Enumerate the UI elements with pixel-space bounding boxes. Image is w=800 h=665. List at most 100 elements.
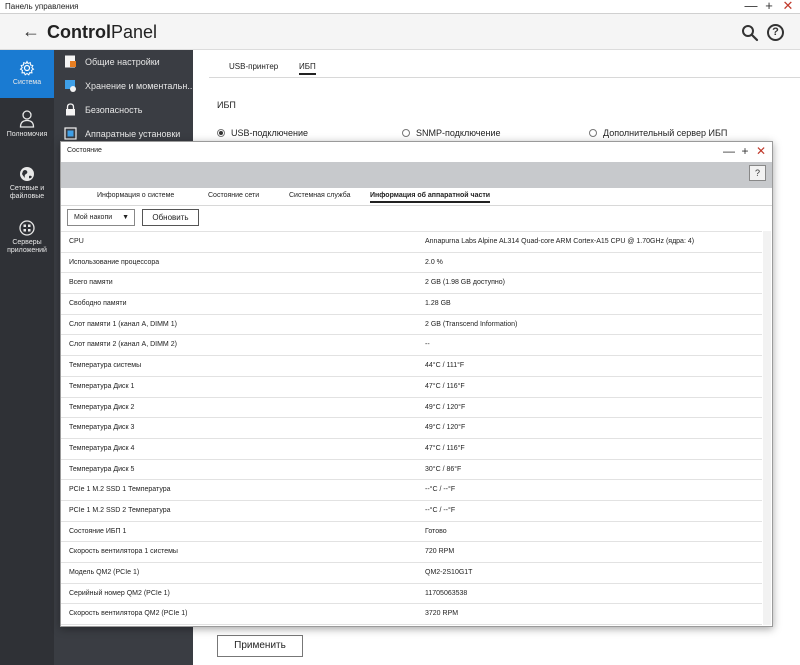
left-rail: Система Полномочия Сетевые и файловые Се… xyxy=(0,50,54,665)
submenu-label-hardware: Аппаратные установки xyxy=(85,129,181,139)
os-titlebar: Панель управления — + ✕ xyxy=(0,0,800,14)
nas-select[interactable]: Мой накопи ▼ xyxy=(67,209,135,226)
row-name: Слот памяти 1 (канал A, DIMM 1) xyxy=(69,320,177,328)
rail-item-network-file[interactable]: Сетевые и файловые xyxy=(0,166,54,210)
submenu-label-storage: Хранение и моментальн... xyxy=(85,81,193,91)
table-row: Температура Диск 5 30°C / 86°F xyxy=(61,460,762,481)
row-name: PCIe 1 M.2 SSD 1 Температура xyxy=(69,486,171,494)
tab-network-status[interactable]: Состояние сети xyxy=(208,192,259,199)
table-row: Скорость вентилятора 1 системы 720 RPM xyxy=(61,542,762,563)
row-name: Температура Диск 1 xyxy=(69,382,135,390)
back-arrow-icon[interactable]: ← xyxy=(22,22,40,40)
close-button[interactable]: ✕ xyxy=(781,0,795,13)
user-icon xyxy=(19,110,35,128)
dialog-minimize-button[interactable]: — xyxy=(723,144,735,158)
tab-system-info[interactable]: Информация о системе xyxy=(97,192,174,199)
maximize-button[interactable]: + xyxy=(762,0,776,13)
row-value: 11705063538 xyxy=(425,589,468,597)
minimize-button[interactable]: — xyxy=(744,0,758,13)
radio-snmp-label: SNMP-подключение xyxy=(416,128,501,138)
apply-button[interactable]: Применить xyxy=(217,635,303,657)
row-value: Annapurna Labs Alpine AL314 Quad-core AR… xyxy=(425,238,695,245)
globe-icon xyxy=(20,167,34,181)
row-value: 47°C / 116°F xyxy=(425,444,465,452)
table-scrollbar[interactable] xyxy=(763,231,771,625)
chevron-down-icon: ▼ xyxy=(122,214,129,221)
hardware-table: CPU Annapurna Labs Alpine AL314 Quad-core… xyxy=(61,231,762,625)
radio-network-ups[interactable]: Дополнительный сервер ИБП xyxy=(589,128,727,138)
radio-snmp-dot[interactable] xyxy=(402,129,410,137)
tab-ups[interactable]: ИБП xyxy=(299,62,316,75)
table-row: Слот памяти 2 (канал A, DIMM 2) -- xyxy=(61,335,762,357)
row-value: 30°C / 86°F xyxy=(425,465,462,473)
submenu-item-general[interactable]: Общие настройки xyxy=(54,50,193,74)
table-row: Свободно памяти 1.28 GB xyxy=(61,294,762,315)
dialog-tabs: Информация о системе Состояние сети Сист… xyxy=(61,188,772,205)
tab-system-service[interactable]: Системная служба xyxy=(289,192,350,199)
tab-usb-printer[interactable]: USB-принтер xyxy=(229,62,278,71)
row-name: Всего памяти xyxy=(69,279,113,287)
dialog-title: Состояние xyxy=(67,147,102,154)
apps-icon xyxy=(19,220,35,236)
app-brand: ControlPanel xyxy=(47,22,157,42)
row-value: --°C / --°F xyxy=(425,486,456,494)
row-name: Температура системы xyxy=(69,362,142,370)
nas-select-value: Мой накопи xyxy=(74,214,113,221)
row-value: --°C / --°F xyxy=(425,506,456,514)
rail-item-app-servers[interactable]: Серверы приложений xyxy=(0,220,54,264)
submenu-item-storage[interactable]: Хранение и моментальн... xyxy=(54,74,193,98)
search-icon[interactable] xyxy=(741,24,759,42)
row-name: Температура Диск 4 xyxy=(69,444,135,452)
tabs-divider xyxy=(209,77,800,78)
radio-usb[interactable]: USB-подключение xyxy=(217,128,308,138)
table-row: PCIe 1 M.2 SSD 1 Температура --°C / --°F xyxy=(61,480,762,501)
radio-network-ups-dot[interactable] xyxy=(589,129,597,137)
help-icon[interactable]: ? xyxy=(767,24,784,41)
row-name: Слот памяти 2 (канал A, DIMM 2) xyxy=(69,341,177,349)
row-name: Свободно памяти xyxy=(69,300,127,308)
table-row: CPU Annapurna Labs Alpine AL314 Quad-core… xyxy=(61,232,762,253)
row-name: PCIe 1 M.2 SSD 2 Температура xyxy=(69,506,171,514)
rail-item-system[interactable]: Система xyxy=(0,50,54,98)
row-value: 49°C / 120°F xyxy=(425,403,466,411)
row-value: 3720 RPM xyxy=(425,610,459,618)
window-title: Панель управления xyxy=(5,2,79,11)
settings-doc-icon xyxy=(65,55,76,68)
status-dialog: Состояние — + ✕ ? Информация о системе С… xyxy=(60,141,773,627)
table-row: Температура Диск 4 47°C / 116°F xyxy=(61,439,762,460)
dialog-toolbar: Мой накопи ▼ Обновить xyxy=(61,207,772,229)
table-row: Температура Диск 2 49°C / 120°F xyxy=(61,398,762,419)
radio-usb-label: USB-подключение xyxy=(231,128,308,138)
row-name: Серийный номер QM2 (PCIe 1) xyxy=(69,589,170,597)
row-name: Состояние ИБП 1 xyxy=(69,527,127,535)
dialog-tabs-divider xyxy=(61,205,772,206)
table-row: Всего памяти 2 GB (1.98 GB доступно) xyxy=(61,273,762,295)
row-name: Температура Диск 3 xyxy=(69,424,135,432)
row-value: 44°C / 111°F xyxy=(425,362,465,370)
dialog-help-button[interactable]: ? xyxy=(749,165,766,181)
refresh-button[interactable]: Обновить xyxy=(142,209,199,226)
dialog-close-button[interactable]: ✕ xyxy=(755,144,767,158)
rail-label-system: Система xyxy=(12,79,42,86)
tab-hardware-info[interactable]: Информация об аппаратной части xyxy=(370,192,491,203)
app-header: ← ControlPanel ? xyxy=(0,14,800,50)
row-value: 2 GB (1.98 GB доступно) xyxy=(425,279,505,287)
table-row: PCIe 1 M.2 SSD 2 Температура --°C / --°F xyxy=(61,501,762,522)
table-row: Температура Диск 3 49°C / 120°F xyxy=(61,418,762,439)
row-name: Температура Диск 2 xyxy=(69,403,135,411)
row-value: -- xyxy=(425,341,430,349)
radio-snmp[interactable]: SNMP-подключение xyxy=(402,128,500,138)
table-row: Слот памяти 1 (канал A, DIMM 1) 2 GB (Tra… xyxy=(61,315,762,336)
table-row: Температура системы 44°C / 111°F xyxy=(61,356,762,377)
radio-usb-dot[interactable] xyxy=(217,129,225,137)
table-row: Использование процессора 2.0 % xyxy=(61,253,762,274)
submenu-label-security: Безопасность xyxy=(85,105,143,115)
row-name: Температура Диск 5 xyxy=(69,465,135,473)
submenu-item-security[interactable]: Безопасность xyxy=(54,98,193,122)
table-row: Серийный номер QM2 (PCIe 1) 11705063538 xyxy=(61,584,762,605)
dialog-maximize-button[interactable]: + xyxy=(739,144,751,158)
rail-item-privileges[interactable]: Полномочия xyxy=(0,110,54,154)
section-title: ИБП xyxy=(217,100,236,110)
row-value: 2 GB (Transcend Information) xyxy=(425,320,518,328)
row-value: 1.28 GB xyxy=(425,300,451,308)
